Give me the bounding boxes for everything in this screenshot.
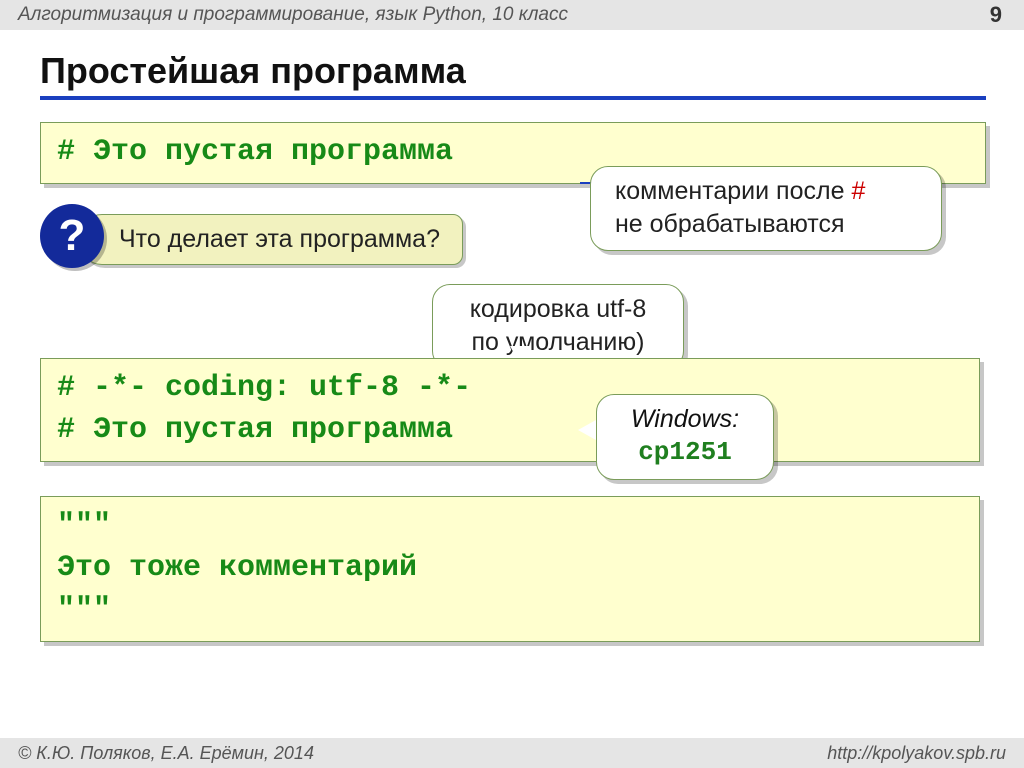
code2-line2: # Это пустая программа	[57, 409, 963, 451]
callout-utf-line1: кодировка utf-8	[451, 293, 665, 326]
callout-utf8: кодировка utf-8 по умолчанию)	[432, 284, 684, 369]
callout-comments-after-hash: комментарии после # не обрабатываются	[590, 166, 942, 251]
callout-windows-encoding: Windows: cp1251	[596, 394, 774, 480]
question-box: Что делает эта программа?	[80, 214, 463, 265]
code-box-2: # -*- coding: utf-8 -*- # Это пустая про…	[40, 358, 980, 462]
callout-hash-line2: не обрабатываются	[615, 208, 923, 241]
callout-win-line1: Windows:	[615, 403, 755, 436]
code3-line1: """	[57, 505, 963, 547]
hash-symbol: #	[851, 177, 865, 205]
callout-win-line2: cp1251	[615, 436, 755, 470]
slide-title: Простейшая программа	[40, 50, 986, 100]
code2-line1: # -*- coding: utf-8 -*-	[57, 367, 963, 409]
header-breadcrumb: Алгоритмизация и программирование, язык …	[18, 4, 568, 26]
footer-authors: К.Ю. Поляков, Е.А. Ерёмин, 2014	[18, 743, 314, 764]
footer-bar: К.Ю. Поляков, Е.А. Ерёмин, 2014 http://k…	[0, 738, 1024, 768]
callout-utf-line2: по умолчанию)	[451, 326, 665, 359]
footer-site: http://kpolyakov.spb.ru	[827, 743, 1006, 764]
callout-hash-line1-pre: комментарии после	[615, 177, 851, 205]
question-icon: ?	[40, 204, 104, 268]
page-number: 9	[990, 2, 1002, 28]
code-box-3: """ Это тоже комментарий """	[40, 496, 980, 642]
code3-line2: Это тоже комментарий	[57, 547, 963, 589]
header-bar: Алгоритмизация и программирование, язык …	[0, 0, 1024, 30]
code3-line3: """	[57, 589, 963, 631]
